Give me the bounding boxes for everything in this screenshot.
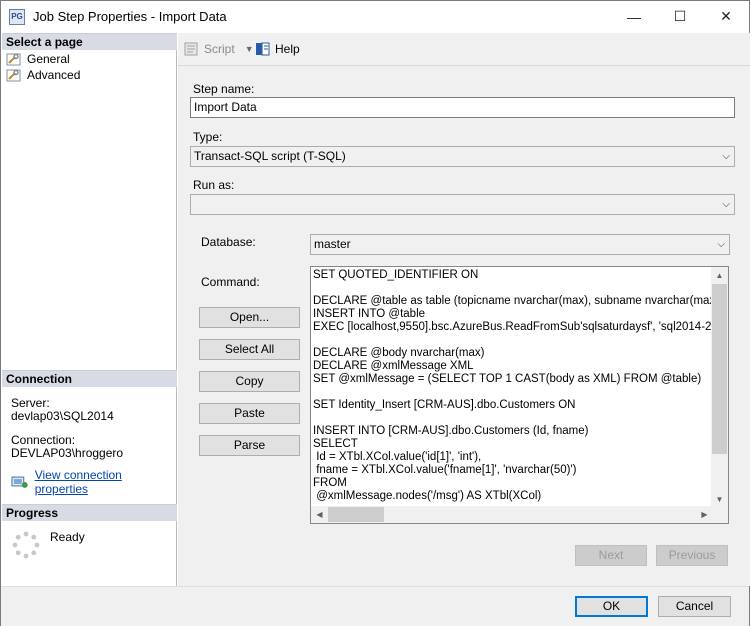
connection-properties-icon xyxy=(11,476,28,488)
window-title: Job Step Properties - Import Data xyxy=(33,9,227,24)
view-connection-link[interactable]: View connection properties xyxy=(35,468,176,496)
script-dropdown-icon[interactable]: ▼ xyxy=(245,44,254,54)
select-page-header: Select a page xyxy=(2,33,177,50)
type-select[interactable]: Transact-SQL script (T-SQL) ⌵ xyxy=(190,146,735,167)
script-button[interactable]: Script ▼ xyxy=(184,42,254,56)
help-button[interactable]: Help xyxy=(255,42,300,56)
step-name-input[interactable]: Import Data xyxy=(190,97,735,118)
help-label: Help xyxy=(275,42,300,56)
horizontal-scroll-thumb[interactable] xyxy=(328,507,384,522)
progress-header: Progress xyxy=(2,504,177,521)
horizontal-scrollbar[interactable]: ◀ ▶ xyxy=(311,506,713,523)
page-item-advanced[interactable]: Advanced xyxy=(6,68,80,83)
dialog-button-bar: OK Cancel xyxy=(1,586,749,626)
command-editor[interactable]: SET QUOTED_IDENTIFIER ON DECLARE @table … xyxy=(310,266,729,524)
progress-status: Ready xyxy=(50,530,85,544)
ok-button[interactable]: OK xyxy=(575,596,648,617)
main-panel: Script ▼ Help Step name: Import Data Typ… xyxy=(178,33,750,586)
page-item-label: General xyxy=(27,52,70,66)
maximize-button[interactable]: ☐ xyxy=(657,1,703,32)
database-label: Database: xyxy=(201,235,256,249)
chevron-down-icon: ⌵ xyxy=(717,239,725,250)
minimize-button[interactable]: — xyxy=(611,1,657,32)
command-text[interactable]: SET QUOTED_IDENTIFIER ON DECLARE @table … xyxy=(313,269,711,507)
type-select-value: Transact-SQL script (T-SQL) xyxy=(194,149,346,163)
chevron-down-icon: ⌵ xyxy=(722,199,730,210)
open-button[interactable]: Open... xyxy=(199,307,300,328)
view-connection-properties[interactable]: View connection properties xyxy=(11,468,176,496)
left-pane: Select a page General Advanced Connectio… xyxy=(2,33,177,586)
command-label: Command: xyxy=(201,275,260,289)
toolbar: Script ▼ Help xyxy=(178,33,750,66)
cancel-button[interactable]: Cancel xyxy=(658,596,731,617)
script-label: Script xyxy=(204,42,235,56)
app-icon: PG xyxy=(9,9,25,25)
chevron-down-icon: ⌵ xyxy=(722,151,730,162)
wrench-page-icon xyxy=(6,69,21,82)
select-all-button[interactable]: Select All xyxy=(199,339,300,360)
next-button[interactable]: Next xyxy=(575,545,647,566)
title-bar: PG Job Step Properties - Import Data — ☐… xyxy=(1,1,749,32)
type-label: Type: xyxy=(193,130,223,144)
vertical-scrollbar[interactable]: ▲ ▼ xyxy=(711,267,728,508)
scrollbar-corner xyxy=(711,506,728,523)
scroll-up-icon[interactable]: ▲ xyxy=(711,267,728,284)
server-value: devlap03\SQL2014 xyxy=(11,409,114,423)
database-select-value: master xyxy=(314,237,351,251)
connection-header: Connection xyxy=(2,370,177,387)
server-label: Server: xyxy=(11,396,50,410)
parse-button[interactable]: Parse xyxy=(199,435,300,456)
progress-spinner-icon xyxy=(12,531,40,559)
script-icon xyxy=(184,42,198,56)
run-as-select[interactable]: ⌵ xyxy=(190,194,735,215)
page-item-general[interactable]: General xyxy=(6,52,70,67)
help-icon xyxy=(256,42,270,56)
scroll-left-icon[interactable]: ◀ xyxy=(311,506,328,523)
previous-button[interactable]: Previous xyxy=(656,545,728,566)
wrench-page-icon xyxy=(6,53,21,66)
connection-label: Connection: xyxy=(11,433,76,447)
step-name-label: Step name: xyxy=(193,82,255,96)
run-as-label: Run as: xyxy=(193,178,235,192)
close-button[interactable]: ✕ xyxy=(703,1,749,32)
job-step-properties-window: PG Job Step Properties - Import Data — ☐… xyxy=(0,0,750,626)
copy-button[interactable]: Copy xyxy=(199,371,300,392)
page-item-label: Advanced xyxy=(27,68,81,82)
paste-button[interactable]: Paste xyxy=(199,403,300,424)
database-select[interactable]: master ⌵ xyxy=(310,234,730,255)
vertical-scroll-thumb[interactable] xyxy=(712,284,727,454)
connection-value: DEVLAP03\hroggero xyxy=(11,446,124,460)
